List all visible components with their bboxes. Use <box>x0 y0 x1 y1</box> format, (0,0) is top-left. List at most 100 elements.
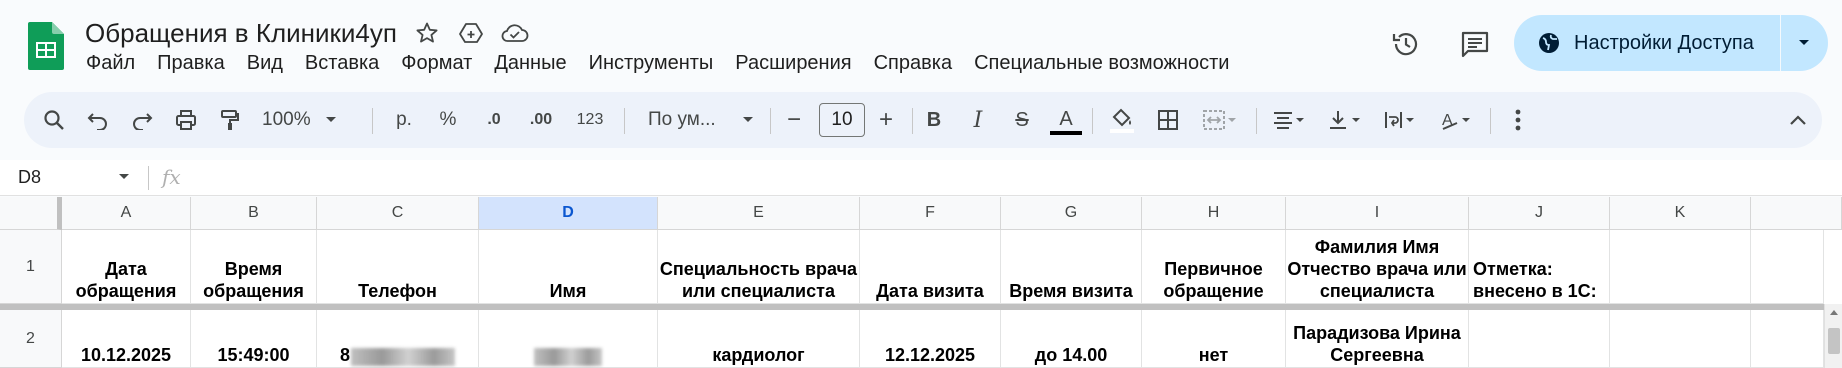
menu-edit[interactable]: Правка <box>157 52 225 75</box>
formula-input[interactable] <box>200 164 1820 192</box>
cell-e2[interactable]: кардиолог <box>658 310 860 368</box>
column-header-e[interactable]: E <box>658 197 860 230</box>
horizontal-align-icon[interactable] <box>1262 92 1316 148</box>
column-header-d[interactable]: D <box>479 197 658 230</box>
search-menus-icon[interactable] <box>36 92 72 148</box>
merge-cells-icon[interactable] <box>1192 92 1248 148</box>
redo-icon[interactable] <box>124 92 160 148</box>
cell-j2[interactable] <box>1469 310 1610 368</box>
share-button[interactable]: Настройки Доступа <box>1514 15 1780 71</box>
undo-icon[interactable] <box>80 92 116 148</box>
paint-format-icon[interactable] <box>212 92 248 148</box>
text-wrapping-icon[interactable] <box>1374 92 1428 148</box>
globe-icon <box>1539 33 1559 53</box>
column-header-h[interactable]: H <box>1142 197 1286 230</box>
font-family-select[interactable]: По ум... <box>634 92 762 148</box>
scroll-up-icon[interactable] <box>1829 308 1839 316</box>
strikethrough-button[interactable]: S <box>1004 92 1040 148</box>
cell-c2[interactable]: 8 <box>317 310 479 368</box>
cell-i1[interactable]: Фамилия Имя Отчество врача или специалис… <box>1286 230 1469 304</box>
cloud-saved-icon[interactable] <box>500 18 530 48</box>
menu-tools[interactable]: Инструменты <box>589 52 714 75</box>
increase-decimal-button[interactable]: .00 <box>518 92 564 148</box>
cell-k1[interactable] <box>1610 230 1751 304</box>
cell-l1[interactable] <box>1751 230 1824 304</box>
row-header-1[interactable]: 1 <box>0 230 62 304</box>
column-header-b[interactable]: B <box>191 197 317 230</box>
cell-a2[interactable]: 10.12.2025 <box>62 310 191 368</box>
text-color-letter: A <box>1059 108 1073 130</box>
select-all-corner[interactable] <box>0 197 62 230</box>
toolbar-divider <box>1490 108 1491 134</box>
print-icon[interactable] <box>168 92 204 148</box>
bold-button[interactable]: B <box>916 92 952 148</box>
cell-b2[interactable]: 15:49:00 <box>191 310 317 368</box>
borders-icon[interactable] <box>1148 92 1188 148</box>
cell-k2[interactable] <box>1610 310 1751 368</box>
menu-extensions[interactable]: Расширения <box>735 52 851 75</box>
cell-c1[interactable]: Телефон <box>317 230 479 304</box>
redacted-phone <box>351 348 455 366</box>
text-color-button[interactable]: A <box>1048 92 1084 148</box>
number-format-button[interactable]: 123 <box>568 92 612 148</box>
formula-divider <box>148 166 149 190</box>
scrollbar-thumb[interactable] <box>1828 328 1840 354</box>
cell-l2[interactable] <box>1751 310 1824 368</box>
cell-i2[interactable]: Парадизова Ирина Сергеевна <box>1286 310 1469 368</box>
share-divider <box>1780 15 1781 71</box>
more-options-icon[interactable] <box>1498 92 1538 148</box>
menu-help[interactable]: Справка <box>874 52 952 75</box>
vertical-scrollbar[interactable] <box>1824 304 1842 368</box>
cell-a1[interactable]: Дата обращения <box>62 230 191 304</box>
vertical-align-icon[interactable] <box>1318 92 1372 148</box>
cell-d1[interactable]: Имя <box>479 230 658 304</box>
version-history-icon[interactable] <box>1386 24 1426 64</box>
comments-icon[interactable] <box>1455 24 1495 64</box>
name-box[interactable]: D8 <box>18 167 41 188</box>
italic-button[interactable]: I <box>960 92 996 148</box>
column-header-f[interactable]: F <box>860 197 1001 230</box>
cell-h1[interactable]: Первичное обращение <box>1142 230 1286 304</box>
cell-f1[interactable]: Дата визита <box>860 230 1001 304</box>
move-to-drive-icon[interactable] <box>456 18 486 48</box>
column-header-g[interactable]: G <box>1001 197 1142 230</box>
font-size-decrease-button[interactable]: − <box>776 92 812 148</box>
menu-data[interactable]: Данные <box>494 52 566 75</box>
decrease-decimal-button[interactable]: .0 <box>474 92 514 148</box>
cell-e1[interactable]: Специальность врача или специалиста <box>658 230 860 304</box>
cell-b1[interactable]: Время обращения <box>191 230 317 304</box>
column-header-c[interactable]: C <box>317 197 479 230</box>
cell-g2[interactable]: до 14.00 <box>1001 310 1142 368</box>
cell-f2[interactable]: 12.12.2025 <box>860 310 1001 368</box>
font-size-input[interactable]: 10 <box>819 103 865 137</box>
title-bar: Обращения в Клиники4уп Файл Правка Вид В… <box>0 0 1842 88</box>
column-header-a[interactable]: A <box>62 197 191 230</box>
name-box-dropdown-icon[interactable] <box>118 168 130 186</box>
collapse-toolbar-icon[interactable] <box>1780 92 1816 148</box>
fill-color-icon[interactable] <box>1100 92 1144 148</box>
cell-g1[interactable]: Время визита <box>1001 230 1142 304</box>
currency-format-button[interactable]: р. <box>386 92 422 148</box>
percent-format-button[interactable]: % <box>430 92 466 148</box>
column-header-j[interactable]: J <box>1469 197 1610 230</box>
menu-insert[interactable]: Вставка <box>305 52 379 75</box>
cell-d2[interactable] <box>479 310 658 368</box>
sheets-logo-icon[interactable] <box>28 22 64 70</box>
menu-file[interactable]: Файл <box>86 52 135 75</box>
column-header-overflow <box>1751 197 1842 230</box>
star-icon[interactable] <box>412 18 442 48</box>
text-rotation-icon[interactable]: A <box>1430 92 1484 148</box>
menu-accessibility[interactable]: Специальные возможности <box>974 52 1229 75</box>
column-header-k[interactable]: K <box>1610 197 1751 230</box>
column-header-i[interactable]: I <box>1286 197 1469 230</box>
cell-j1[interactable]: Отметка: внесено в 1С: <box>1469 230 1610 304</box>
cell-h2[interactable]: нет <box>1142 310 1286 368</box>
menu-view[interactable]: Вид <box>247 52 283 75</box>
row-header-2[interactable]: 2 <box>0 310 62 368</box>
share-dropdown-icon[interactable] <box>1781 15 1827 71</box>
zoom-select[interactable]: 100% <box>256 92 340 148</box>
menu-bar: Файл Правка Вид Вставка Формат Данные Ин… <box>86 52 1251 75</box>
font-size-increase-button[interactable]: + <box>868 92 904 148</box>
menu-format[interactable]: Формат <box>401 52 472 75</box>
document-title[interactable]: Обращения в Клиники4уп <box>85 18 397 49</box>
